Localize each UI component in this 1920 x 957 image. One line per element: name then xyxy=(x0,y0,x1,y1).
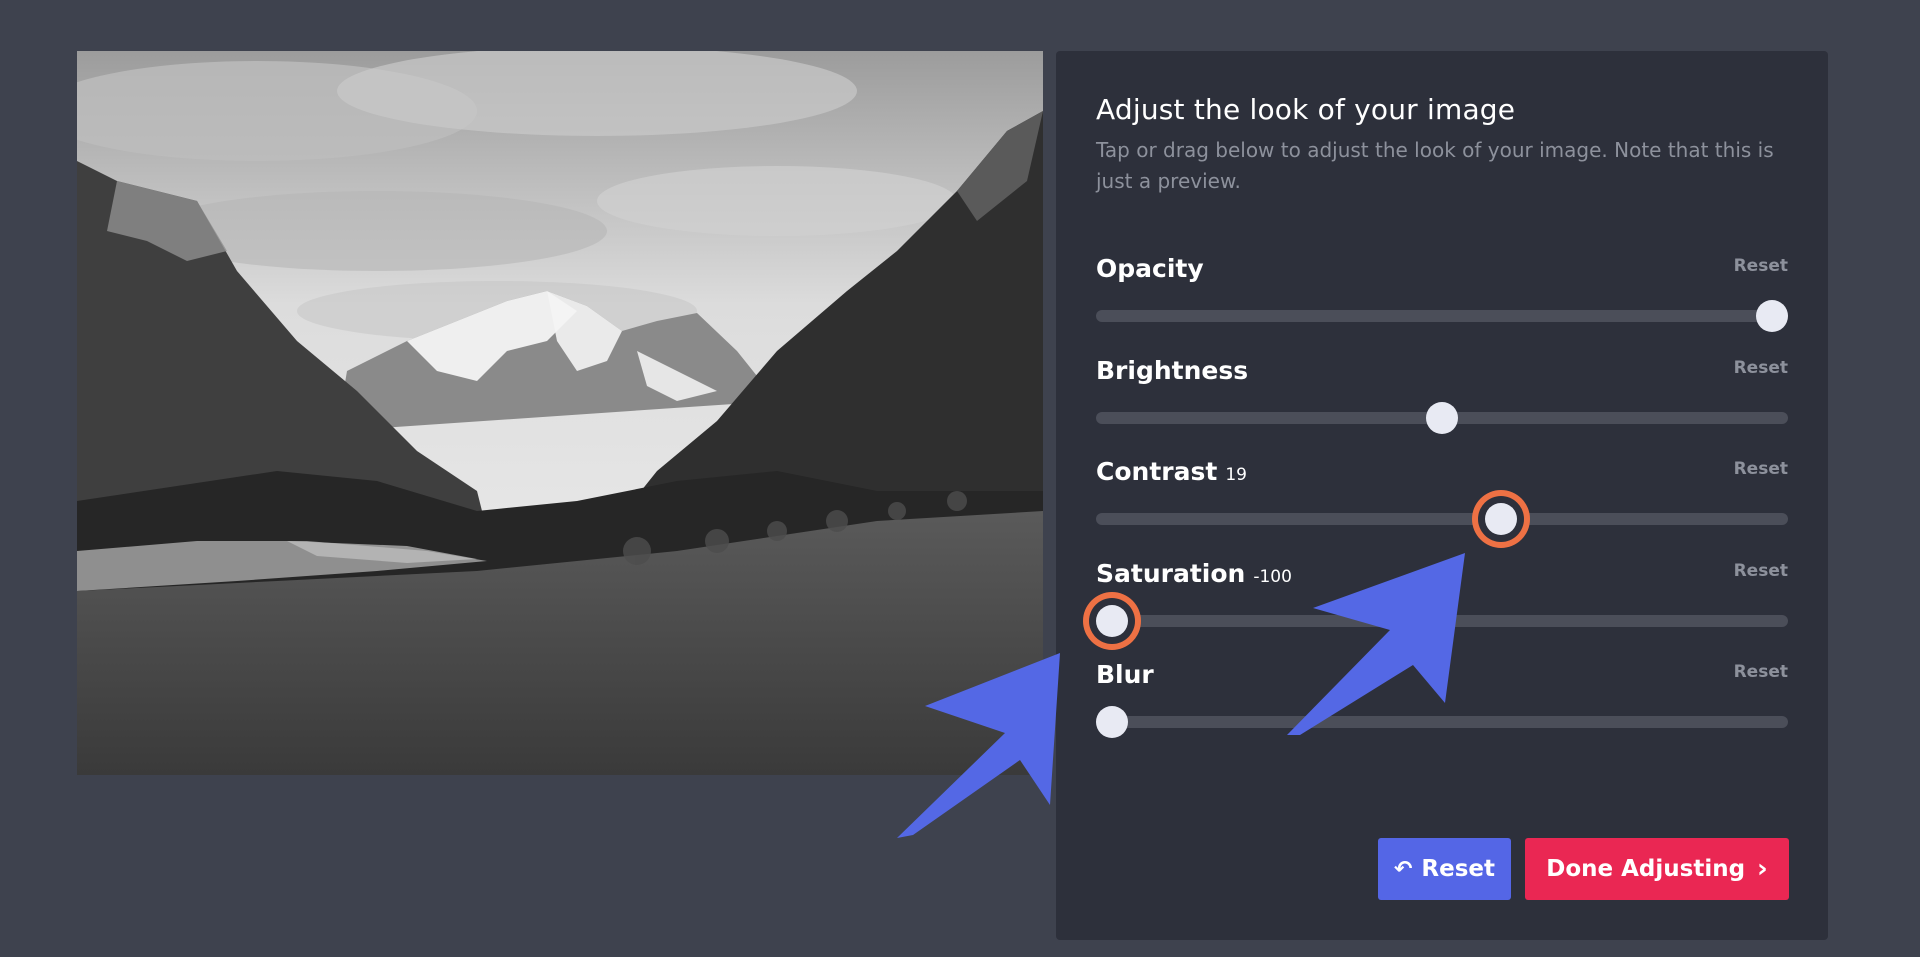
done-adjusting-label: Done Adjusting xyxy=(1546,856,1746,882)
saturation-reset-link[interactable]: Reset xyxy=(1734,561,1788,581)
saturation-slider-thumb[interactable] xyxy=(1096,605,1128,637)
control-blur: Blur Reset xyxy=(1096,660,1788,740)
contrast-slider-track[interactable] xyxy=(1096,513,1788,525)
control-opacity: Opacity Reset xyxy=(1096,254,1788,334)
reset-all-label: Reset xyxy=(1421,856,1496,882)
control-saturation: Saturation -100 Reset xyxy=(1096,559,1788,639)
contrast-reset-link[interactable]: Reset xyxy=(1734,459,1788,479)
control-label: Contrast 19 xyxy=(1096,457,1247,486)
contrast-slider-thumb[interactable] xyxy=(1485,503,1518,535)
opacity-reset-link[interactable]: Reset xyxy=(1734,256,1788,276)
control-label: Blur xyxy=(1096,660,1154,689)
mountain-landscape-image xyxy=(77,51,1043,775)
blur-slider-thumb[interactable] xyxy=(1096,706,1128,738)
blur-reset-link[interactable]: Reset xyxy=(1734,662,1788,682)
control-contrast: Contrast 19 Reset xyxy=(1096,457,1788,537)
done-adjusting-button[interactable]: Done Adjusting › xyxy=(1525,838,1789,900)
brightness-slider-thumb[interactable] xyxy=(1426,402,1458,434)
panel-description: Tap or drag below to adjust the look of … xyxy=(1096,138,1774,193)
brightness-reset-link[interactable]: Reset xyxy=(1734,358,1788,378)
opacity-slider-thumb[interactable] xyxy=(1756,300,1788,332)
control-label: Opacity xyxy=(1096,254,1204,283)
control-label: Brightness xyxy=(1096,356,1249,385)
blur-slider-track[interactable] xyxy=(1096,716,1788,728)
undo-icon: ↶ xyxy=(1393,856,1413,882)
panel-title: Adjust the look of your image xyxy=(1096,93,1516,126)
saturation-slider-track[interactable] xyxy=(1096,615,1788,627)
chevron-right-icon: › xyxy=(1757,854,1768,884)
image-preview xyxy=(77,51,1043,775)
editor-stage: Adjust the look of your image Tap or dra… xyxy=(0,0,1920,957)
opacity-slider-track[interactable] xyxy=(1096,310,1788,322)
control-brightness: Brightness Reset xyxy=(1096,356,1788,436)
adjust-panel: Adjust the look of your image Tap or dra… xyxy=(1056,51,1828,940)
control-label: Saturation -100 xyxy=(1096,559,1292,588)
reset-all-button[interactable]: ↶ Reset xyxy=(1378,838,1511,900)
